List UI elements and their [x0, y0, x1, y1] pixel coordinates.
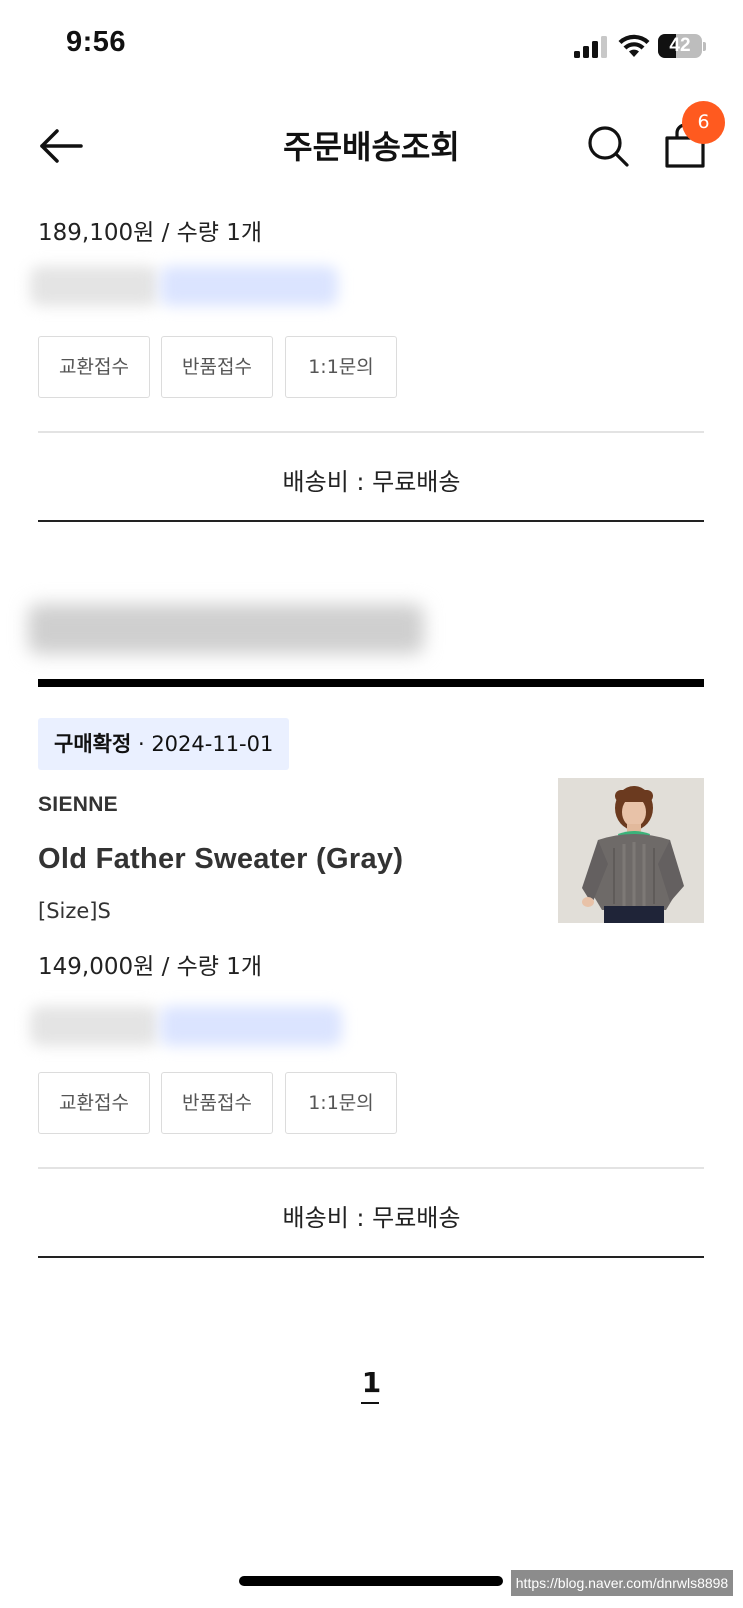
- home-indicator[interactable]: [239, 1576, 503, 1586]
- order-status-badge: 구매확정 · 2024-11-01: [38, 718, 290, 770]
- search-button[interactable]: [586, 124, 630, 168]
- watermark: https://blog.naver.com/dnrwls8898: [511, 1570, 733, 1596]
- battery-tip: [703, 42, 706, 51]
- order-2-redacted-text: [30, 1006, 158, 1046]
- battery-percentage: 42: [669, 35, 691, 56]
- order-2-exchange-button[interactable]: 교환접수: [38, 1072, 150, 1134]
- order-status-label: 구매확정: [54, 732, 132, 756]
- order-2-shipping-fee: 배송비 : 무료배송: [282, 1204, 461, 1232]
- divider: [38, 1167, 704, 1169]
- order-1-redacted-text: [30, 266, 158, 306]
- order-1-redacted-link[interactable]: [160, 266, 338, 306]
- order-status-date: · 2024-11-01: [137, 732, 274, 756]
- divider: [38, 431, 704, 433]
- cart-count-badge: 6: [682, 101, 725, 144]
- order-1-shipping-fee: 배송비 : 무료배송: [282, 468, 461, 496]
- sweater-photo-image: [558, 778, 704, 923]
- product-thumbnail[interactable]: [558, 778, 704, 923]
- order-2-redacted-link[interactable]: [160, 1006, 342, 1046]
- product-option: [Size]S: [38, 899, 111, 923]
- cellular-signal-icon: [574, 36, 607, 58]
- order-divider: [38, 679, 704, 687]
- search-icon: [588, 126, 629, 167]
- order-2-price-quantity: 149,000원 / 수량 1개: [38, 954, 263, 980]
- order-1-inquiry-button[interactable]: 1:1문의: [285, 336, 397, 398]
- order-2-inquiry-button[interactable]: 1:1문의: [285, 1072, 397, 1134]
- battery-icon: 42: [658, 34, 702, 58]
- product-brand[interactable]: SIENNE: [38, 793, 118, 817]
- status-time: 9:56: [66, 26, 127, 58]
- pagination-current-page[interactable]: 1: [0, 1366, 743, 1399]
- order-2-return-button[interactable]: 반품접수: [161, 1072, 273, 1134]
- wifi-icon: [618, 34, 650, 57]
- page-title: 주문배송조회: [283, 128, 460, 166]
- order-1-price-quantity: 189,100원 / 수량 1개: [38, 220, 263, 246]
- order-1-exchange-button[interactable]: 교환접수: [38, 336, 150, 398]
- divider: [38, 1256, 704, 1258]
- order-1-return-button[interactable]: 반품접수: [161, 336, 273, 398]
- order-2-redacted-header: [28, 604, 424, 654]
- product-name[interactable]: Old Father Sweater (Gray): [38, 843, 403, 876]
- divider: [38, 520, 704, 522]
- pagination-underline: [361, 1402, 379, 1404]
